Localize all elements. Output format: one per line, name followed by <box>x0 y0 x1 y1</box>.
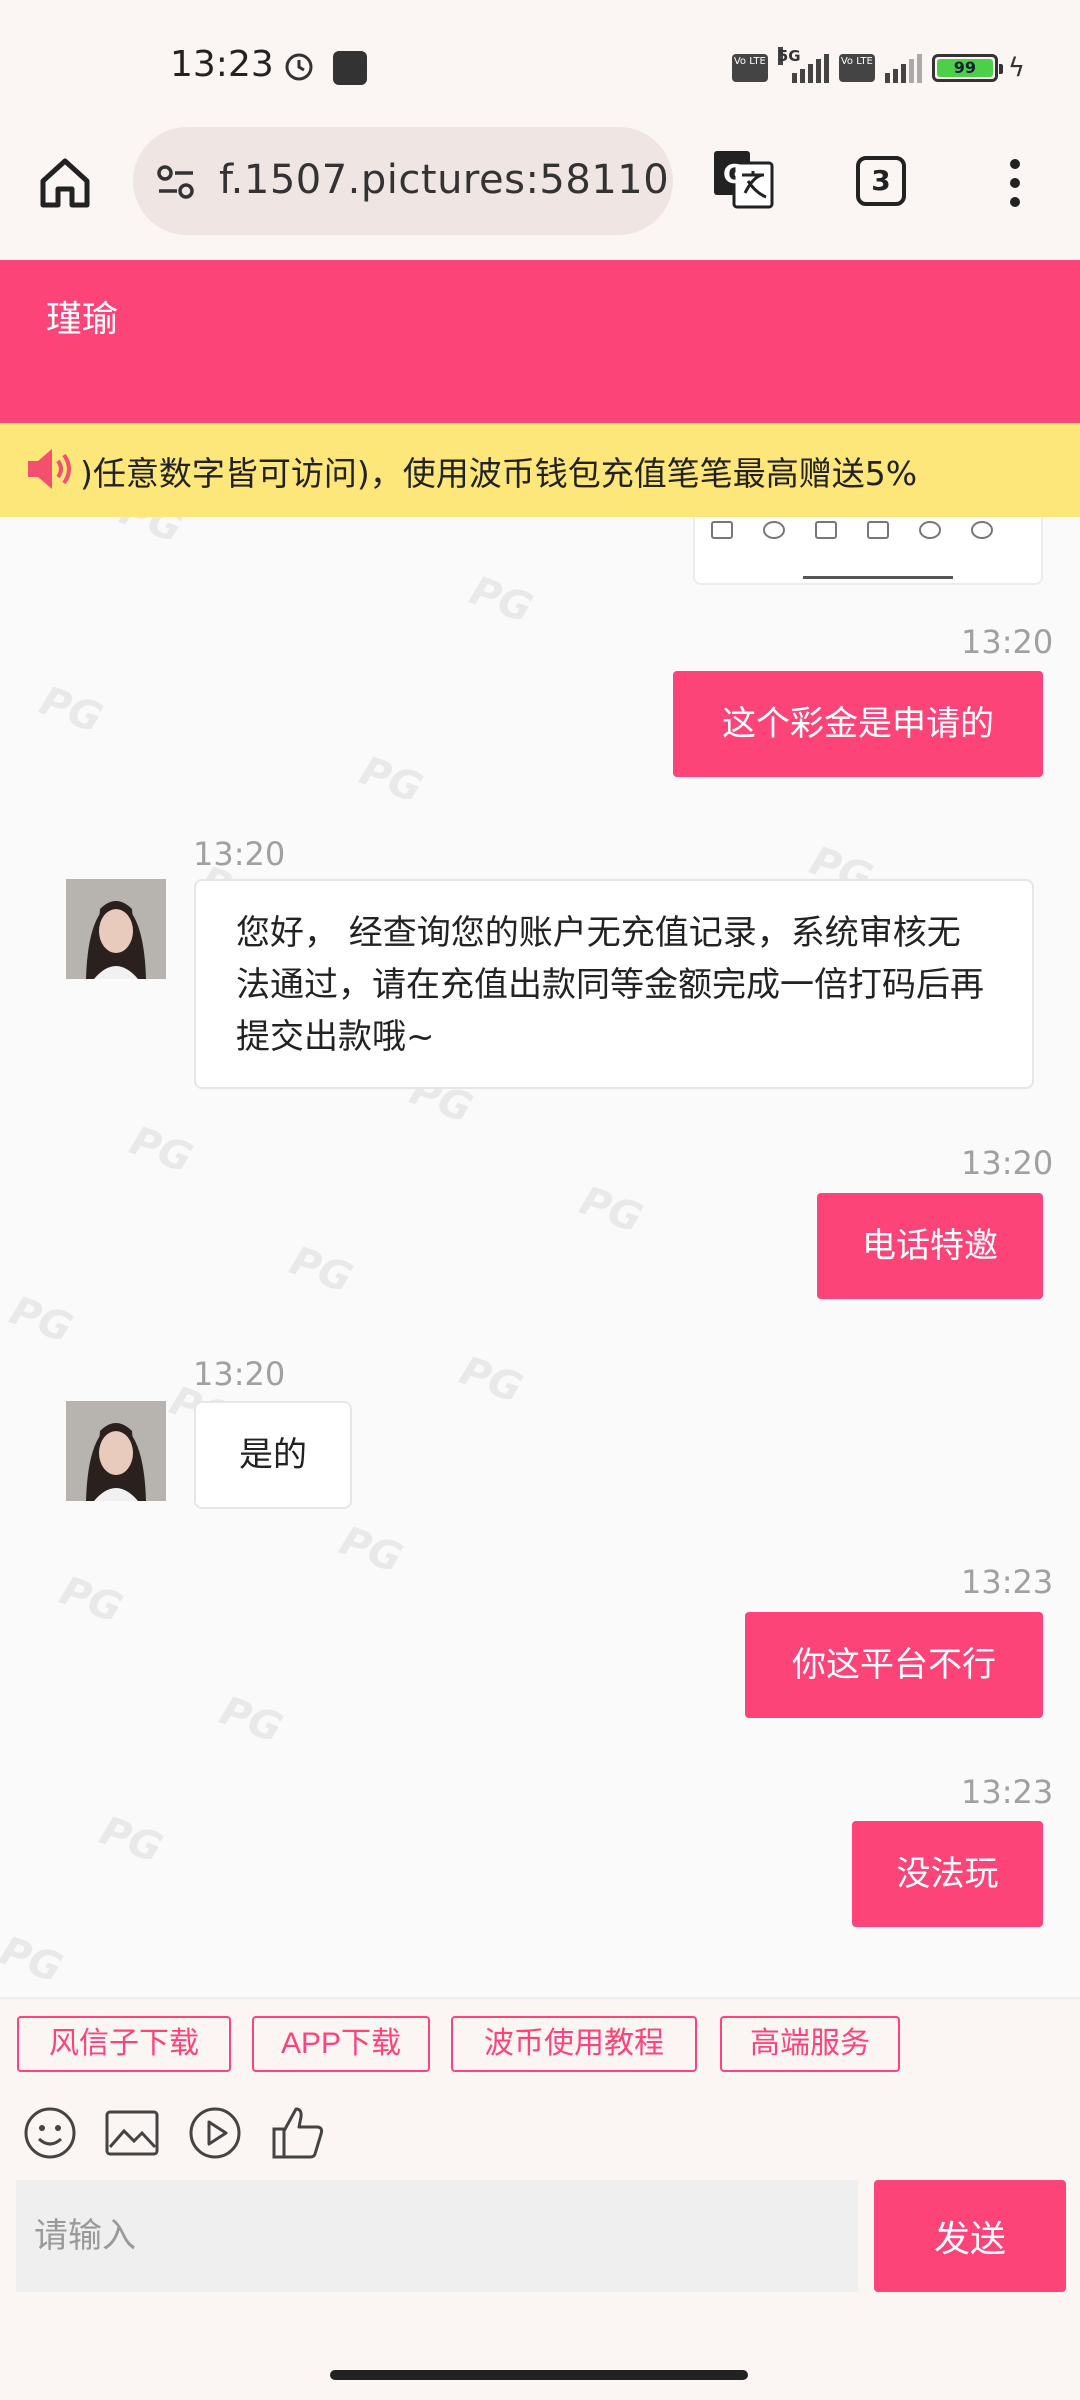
at-icon <box>971 521 993 539</box>
battery-icon: 99 <box>931 54 1003 82</box>
star-icon <box>919 521 941 539</box>
status-bar: 13:23 Vo LTE 5G Vo LTE 99 ϟ <box>0 0 1080 125</box>
avatar-image <box>66 1401 166 1501</box>
notice-text: )任意数字皆可访问)，使用波币钱包充值笔笔最高赠送5% <box>80 454 918 493</box>
message-bubble-outgoing[interactable]: 你这平台不行 <box>745 1612 1043 1718</box>
watermark: PG <box>454 1347 529 1413</box>
app-download-button[interactable]: APP下载 <box>252 2016 430 2072</box>
watermark: PG <box>334 1517 409 1583</box>
message-bubble-incoming[interactable]: 是的 <box>194 1401 352 1509</box>
site-settings-icon[interactable] <box>155 161 197 203</box>
bobi-tutorial-button[interactable]: 波币使用教程 <box>451 2016 697 2072</box>
charging-icon: ϟ <box>1007 53 1025 83</box>
network-type-label: 5G <box>777 47 801 65</box>
notification-app-icon <box>333 51 367 85</box>
card-icon-row <box>711 521 993 539</box>
status-time: 13:23 <box>170 44 274 85</box>
message-text: 是的 <box>239 1435 307 1475</box>
message-timestamp: 13:23 <box>961 1563 1054 1601</box>
agent-avatar <box>66 879 166 979</box>
tab-switcher-button[interactable]: 3 <box>856 156 906 206</box>
send-button[interactable]: 发送 <box>874 2180 1066 2292</box>
watermark: PG <box>464 567 539 633</box>
message-composer: 发送 <box>0 2178 1080 2348</box>
message-timestamp: 13:20 <box>193 1355 286 1393</box>
watermark: PG <box>34 677 109 743</box>
signal-icon: 5G <box>777 47 829 83</box>
message-text: 您好， 经查询您的账户无充值记录，系统审核无法通过，请在充值出款同等金额完成一倍… <box>236 913 984 1057</box>
notice-marquee: )任意数字皆可访问)，使用波币钱包充值笔笔最高赠送5% <box>0 423 1080 517</box>
message-bubble-outgoing[interactable]: 没法玩 <box>852 1821 1043 1927</box>
message-timestamp: 13:20 <box>961 1144 1054 1182</box>
status-icons: Vo LTE 5G Vo LTE 99 ϟ <box>731 47 1025 88</box>
watermark: PG <box>94 1807 169 1873</box>
hyacinth-download-button[interactable]: 风信子下载 <box>17 2016 231 2072</box>
message-bubble-outgoing[interactable]: 这个彩金是申请的 <box>673 671 1043 777</box>
image-icon[interactable] <box>104 2105 160 2161</box>
watermark: PG <box>574 1177 649 1243</box>
more-menu-icon[interactable] <box>1000 153 1030 213</box>
svg-text:G: G <box>723 160 744 190</box>
volte-icon: Vo LTE <box>731 54 768 82</box>
message-timestamp: 13:20 <box>961 623 1054 661</box>
gesture-bar[interactable] <box>330 2370 748 2380</box>
alarm-icon <box>285 53 313 81</box>
folder-icon <box>867 521 889 539</box>
translate-icon[interactable]: G <box>712 147 776 211</box>
address-bar[interactable]: f.1507.pictures:58110 <box>133 127 673 235</box>
watermark: PG <box>284 1237 359 1303</box>
phone-icon <box>763 521 785 539</box>
message-timestamp: 13:23 <box>961 1773 1054 1811</box>
premium-service-button[interactable]: 高端服务 <box>720 2016 900 2072</box>
signal-icon-2 <box>884 53 922 83</box>
watermark: PG <box>354 747 429 813</box>
picture-icon <box>815 521 837 539</box>
input-tools <box>0 2103 1080 2178</box>
message-bubble-incoming[interactable]: 您好， 经查询您的账户无充值记录，系统审核无法通过，请在充值出款同等金额完成一倍… <box>194 879 1034 1089</box>
watermark: PG <box>124 1117 199 1183</box>
video-call-icon <box>711 521 733 539</box>
previous-message-card <box>693 517 1043 585</box>
message-bubble-outgoing[interactable]: 电话特邀 <box>817 1193 1043 1299</box>
chat-header: 瑾瑜 <box>0 260 1080 423</box>
thumbs-up-icon[interactable] <box>270 2105 326 2161</box>
browser-toolbar: f.1507.pictures:58110 G 3 <box>0 125 1080 260</box>
home-icon[interactable] <box>35 153 95 213</box>
watermark: PG <box>54 1567 129 1633</box>
battery-level: 99 <box>936 59 993 77</box>
agent-avatar <box>66 1401 166 1501</box>
speaker-icon <box>28 449 71 489</box>
watermark: PG <box>114 517 189 553</box>
message-input[interactable] <box>16 2180 858 2292</box>
watermark: PG <box>4 1287 79 1353</box>
card-active-indicator <box>803 576 953 579</box>
chat-title: 瑾瑜 <box>46 299 119 340</box>
quick-links-bar: 风信子下载 APP下载 波币使用教程 高端服务 <box>0 1997 1080 2103</box>
chat-messages[interactable]: PG PG PG PG PG PG PG PG PG PG PG PG PG P… <box>0 517 1080 1997</box>
watermark: PG <box>0 1927 69 1993</box>
url-text: f.1507.pictures:58110 <box>219 157 670 203</box>
watermark: PG <box>214 1687 289 1753</box>
message-timestamp: 13:20 <box>193 835 286 873</box>
volte-icon-2: Vo LTE <box>838 54 875 82</box>
avatar-image <box>66 879 166 979</box>
video-icon[interactable] <box>187 2105 243 2161</box>
emoji-icon[interactable] <box>22 2105 78 2161</box>
